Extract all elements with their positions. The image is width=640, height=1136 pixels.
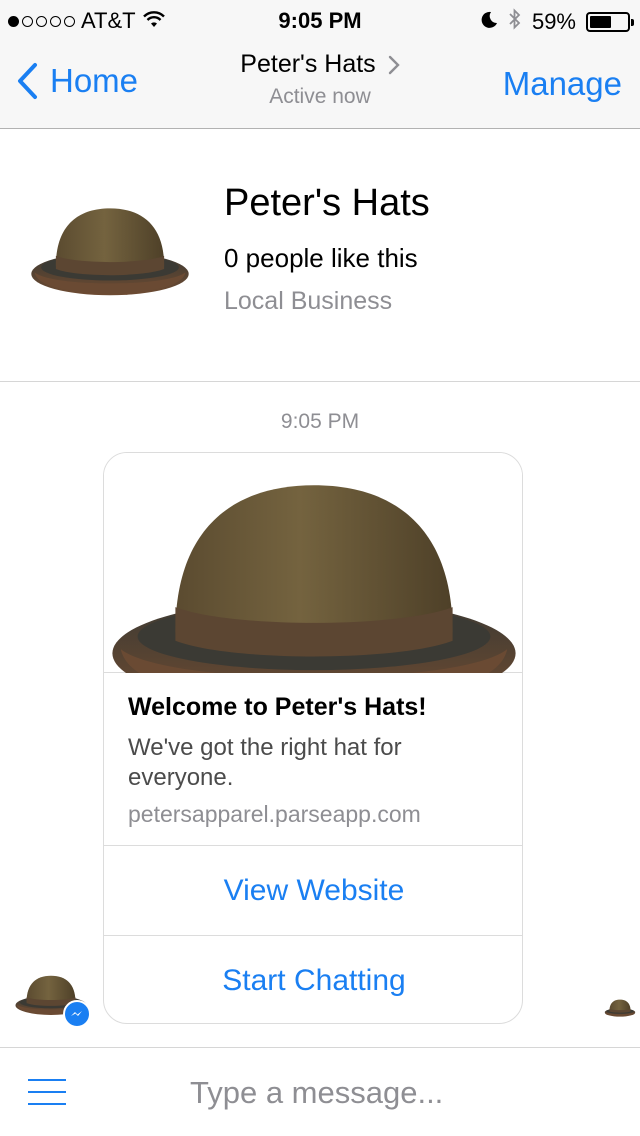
page-avatar[interactable] xyxy=(28,196,192,306)
bowler-hat-image xyxy=(112,485,516,708)
navigation-bar: Home Peter's Hats Active now Manage xyxy=(0,40,640,129)
status-bar: AT&T 9:05 PM 59% xyxy=(0,0,640,40)
start-chatting-button[interactable]: Start Chatting xyxy=(104,935,522,1023)
battery-percent: 59% xyxy=(531,9,576,34)
card-subtitle: We've got the right hat for everyone. xyxy=(128,734,402,791)
moon-icon xyxy=(480,9,498,35)
page-name: Peter's Hats xyxy=(224,182,430,224)
status-right: 59% xyxy=(480,8,634,36)
page-info-header: Peter's Hats 0 people like this Local Bu… xyxy=(0,130,640,382)
page-category: Local Business xyxy=(224,287,393,315)
message-input[interactable] xyxy=(180,1068,620,1118)
read-receipt-avatar xyxy=(604,992,636,1024)
page-likes: 0 people like this xyxy=(224,243,418,273)
battery-fill xyxy=(590,16,611,28)
message-timestamp: 9:05 PM xyxy=(280,410,360,433)
bluetooth-icon xyxy=(508,8,522,36)
page-name-title: Peter's Hats xyxy=(240,50,376,78)
manage-button[interactable]: Manage xyxy=(503,65,622,103)
chevron-right-icon xyxy=(388,55,400,74)
view-website-button[interactable]: View Website xyxy=(104,845,522,935)
menu-icon[interactable] xyxy=(28,1076,68,1108)
card-url: petersapparel.parseapp.com xyxy=(128,801,421,827)
battery-icon xyxy=(586,12,634,32)
card-image[interactable] xyxy=(104,453,522,708)
structured-message-card: Welcome to Peter's Hats! We've got the r… xyxy=(103,452,523,1024)
message-composer xyxy=(0,1047,640,1136)
card-title: Welcome to Peter's Hats! xyxy=(128,693,427,721)
messenger-icon xyxy=(63,1000,91,1028)
